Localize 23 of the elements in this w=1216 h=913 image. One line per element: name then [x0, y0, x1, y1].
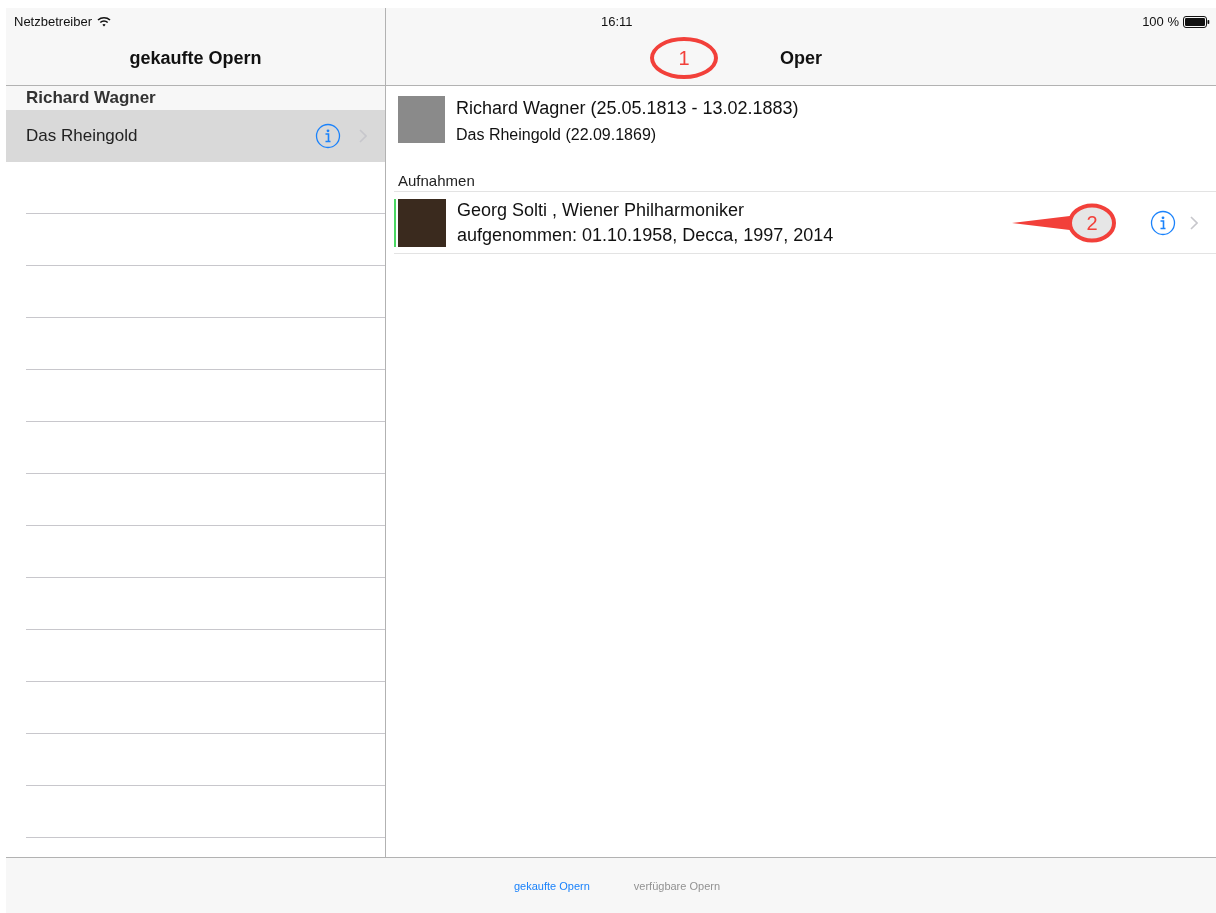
composer-name: Richard Wagner (25.05.1813 - 13.02.1883)	[456, 97, 799, 120]
photo-placeholder	[398, 96, 445, 143]
recording-row[interactable]: Georg Solti , Wiener Philharmoniker aufgenommen: 01.10.1958, Decca, 1997, 2014 2	[394, 191, 1216, 254]
opera-title: Das Rheingold (22.09.1869)	[456, 125, 658, 145]
section-header: Richard Wagner	[6, 86, 385, 110]
annotation-marker: 1	[650, 37, 718, 79]
section-header: Aufnahmen	[397, 171, 476, 191]
wifi-icon	[97, 16, 112, 27]
nav-title: Oper	[780, 47, 822, 69]
info-icon[interactable]	[1150, 209, 1176, 236]
battery-icon	[1183, 15, 1210, 28]
clock-time: 16:11	[601, 14, 634, 29]
list-row[interactable]: Das Rheingold	[6, 110, 385, 162]
carrier-name: Netzbetreiber	[14, 14, 93, 29]
recording-details: aufgenommen: 01.10.1958, Decca, 1997, 2014	[457, 223, 835, 247]
performers: Georg Solti , Wiener Philharmoniker	[457, 198, 746, 222]
album-cover-placeholder	[398, 198, 446, 247]
info-icon[interactable]	[315, 123, 341, 149]
chevron-icon	[1190, 215, 1198, 230]
battery-percent: 100 %	[1142, 14, 1179, 29]
annotation-callout: 2	[1012, 202, 1116, 243]
nav-title: gekaufte Opern	[129, 47, 262, 69]
tab-item[interactable]: gekaufte Opern	[513, 879, 590, 892]
